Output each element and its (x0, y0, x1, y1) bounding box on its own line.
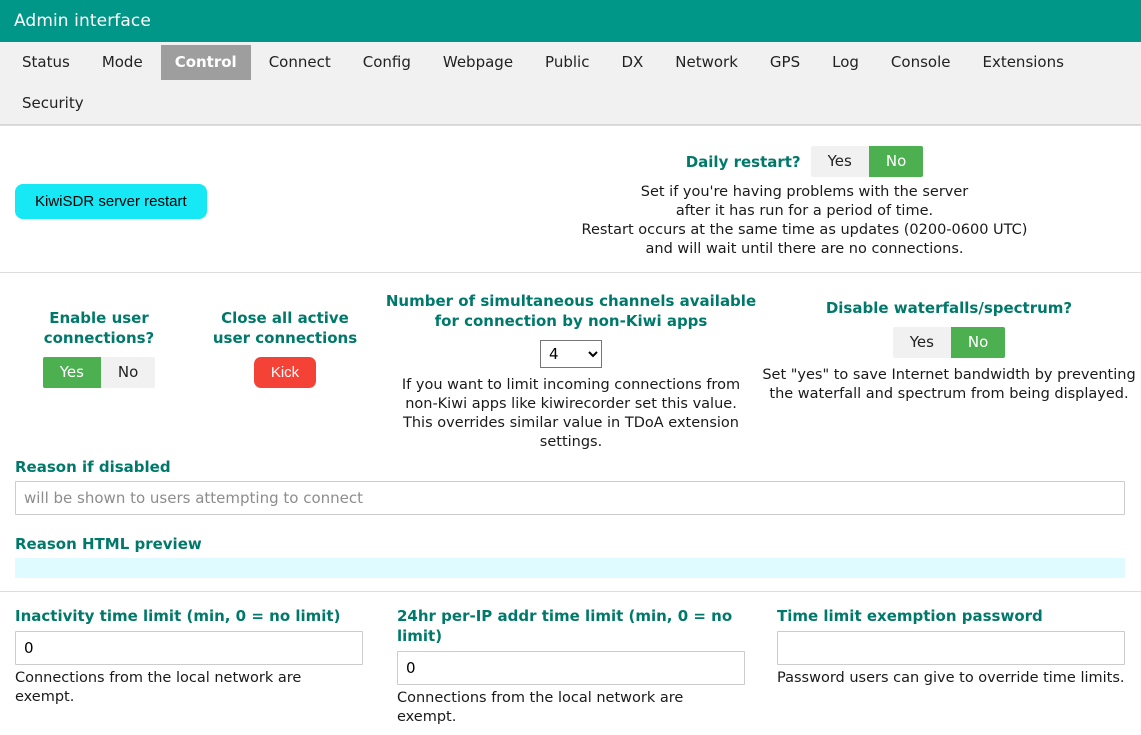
simultaneous-channels-body: 01234 (385, 340, 757, 368)
enable-user-connections-body: Yes No (8, 357, 190, 388)
daily-restart-description-line: Restart occurs at the same time as updat… (581, 222, 1028, 238)
disable-waterfall-yes-option[interactable]: Yes (892, 327, 951, 358)
close-connections-title: Close all active user connections (196, 308, 374, 348)
exemption-password-field: Time limit exemption password Password u… (777, 606, 1125, 688)
daily-restart-description-line: Set if you're having problems with the s… (640, 184, 969, 200)
simultaneous-channels-title-line: for connection by non-Kiwi apps (434, 312, 708, 330)
daily-restart-description-line: after it has run for a period of time. (675, 203, 934, 219)
enable-user-connections-title: Enable user connections? (8, 308, 190, 348)
inactivity-time-limit-label: Inactivity time limit (min, 0 = no limit… (15, 607, 341, 625)
daily-restart-description: Set if you're having problems with the s… (480, 183, 1129, 259)
nav-tab-security[interactable]: Security (8, 86, 98, 121)
simultaneous-channels-title: Number of simultaneous channels availabl… (385, 291, 757, 331)
inactivity-time-limit-field: Inactivity time limit (min, 0 = no limit… (15, 606, 363, 707)
app-header: Admin interface (0, 0, 1141, 42)
nav-tab-webpage[interactable]: Webpage (429, 45, 527, 80)
nav-tab-public[interactable]: Public (531, 45, 603, 80)
reason-html-preview-box (15, 558, 1125, 578)
nav-tab-log[interactable]: Log (818, 45, 873, 80)
kick-button[interactable]: Kick (253, 357, 317, 388)
enable-user-connections-no-option[interactable]: No (100, 357, 156, 388)
page-title: Admin interface (14, 11, 151, 31)
nav-tab-gps[interactable]: GPS (756, 45, 814, 80)
exemption-password-note: Password users can give to override time… (777, 670, 1125, 686)
daily-restart-no-option[interactable]: No (868, 146, 924, 177)
simultaneous-channels-description-line: non-Kiwi apps like kiwirecorder set this… (405, 396, 737, 412)
disable-waterfall-description-line: the waterfall and spectrum from being di… (769, 386, 1129, 402)
nav-tab-connect[interactable]: Connect (255, 45, 345, 80)
enable-user-connections-yes-option[interactable]: Yes (42, 357, 101, 388)
disable-waterfall-column: Disable waterfalls/spectrum? Yes No Set … (757, 298, 1141, 404)
inactivity-time-limit-note: Connections from the local network are e… (15, 670, 302, 705)
admin-nav-bar: Status Mode Control Connect Config Webpage Pub… (0, 42, 1141, 125)
daily-restart-description-line: and will wait until there are no connect… (645, 241, 964, 257)
simultaneous-channels-description-line: This overrides similar value in TDoA ext… (403, 415, 739, 431)
per-ip-time-limit-note: Connections from the local network are e… (397, 690, 684, 725)
daily-restart-label: Daily restart? (685, 152, 801, 171)
time-limits-section: Inactivity time limit (min, 0 = no limit… (0, 592, 1141, 727)
reason-if-disabled-input[interactable] (15, 481, 1125, 515)
simultaneous-channels-select[interactable]: 01234 (540, 340, 602, 368)
enable-user-connections-toggle[interactable]: Yes No (42, 357, 156, 388)
server-restart-section: KiwiSDR server restart Daily restart? Ye… (0, 126, 1141, 272)
per-ip-time-limit-field: 24hr per-IP addr time limit (min, 0 = no… (397, 606, 745, 727)
inactivity-time-limit-input[interactable] (15, 631, 363, 665)
close-connections-body: Kick (196, 357, 374, 388)
nav-tab-console[interactable]: Console (877, 45, 965, 80)
disable-waterfall-description-line: Set "yes" to save Internet bandwidth by … (762, 367, 1136, 383)
nav-tab-control[interactable]: Control (160, 45, 251, 80)
per-ip-time-limit-input[interactable] (397, 651, 745, 685)
per-ip-time-limit-label: 24hr per-IP addr time limit (min, 0 = no… (397, 607, 733, 645)
enable-user-connections-title-line: Enable user (49, 309, 149, 327)
close-connections-title-line: Close all active (221, 309, 349, 327)
reason-html-preview-block: Reason HTML preview (15, 535, 1125, 578)
disable-waterfall-description: Set "yes" to save Internet bandwidth by … (757, 366, 1141, 404)
simultaneous-channels-title-line: Number of simultaneous channels availabl… (385, 292, 757, 310)
daily-restart-header: Daily restart? Yes No (480, 146, 1129, 177)
reason-if-disabled-label: Reason if disabled (15, 458, 171, 476)
exemption-password-label: Time limit exemption password (777, 607, 1043, 625)
disable-waterfall-toggle[interactable]: Yes No (892, 327, 1006, 358)
simultaneous-channels-description: If you want to limit incoming connection… (385, 376, 757, 452)
nav-tab-status[interactable]: Status (8, 45, 84, 80)
simultaneous-channels-column: Number of simultaneous channels availabl… (385, 291, 757, 452)
disable-waterfall-body: Yes No (757, 327, 1141, 358)
kiwisdr-server-restart-button[interactable]: KiwiSDR server restart (15, 184, 207, 219)
reason-html-preview-label: Reason HTML preview (15, 535, 202, 553)
simultaneous-channels-description-line: settings. (539, 434, 603, 450)
user-connections-section: Enable user connections? Yes No Close al… (0, 273, 1141, 591)
exemption-password-input[interactable] (777, 631, 1125, 665)
close-connections-title-line: user connections (212, 329, 358, 347)
enable-user-connections-column: Enable user connections? Yes No (8, 308, 190, 388)
nav-tab-list: Status Mode Control Connect Config Webpage Pub… (6, 42, 1135, 124)
close-connections-column: Close all active user connections Kick (196, 308, 374, 388)
daily-restart-yes-option[interactable]: Yes (810, 146, 869, 177)
disable-waterfall-title: Disable waterfalls/spectrum? (825, 299, 1073, 317)
nav-tab-config[interactable]: Config (349, 45, 425, 80)
nav-tab-dx[interactable]: DX (607, 45, 657, 80)
daily-restart-toggle[interactable]: Yes No (810, 146, 924, 177)
nav-tab-extensions[interactable]: Extensions (968, 45, 1077, 80)
disable-waterfall-no-option[interactable]: No (950, 327, 1006, 358)
enable-user-connections-title-line: connections? (43, 329, 155, 347)
nav-tab-mode[interactable]: Mode (88, 45, 157, 80)
nav-tab-network[interactable]: Network (661, 45, 752, 80)
simultaneous-channels-description-line: If you want to limit incoming connection… (401, 377, 741, 393)
reason-area: Reason if disabled Reason HTML preview (15, 458, 1125, 578)
daily-restart-block: Daily restart? Yes No Set if you're havi… (480, 146, 1129, 259)
